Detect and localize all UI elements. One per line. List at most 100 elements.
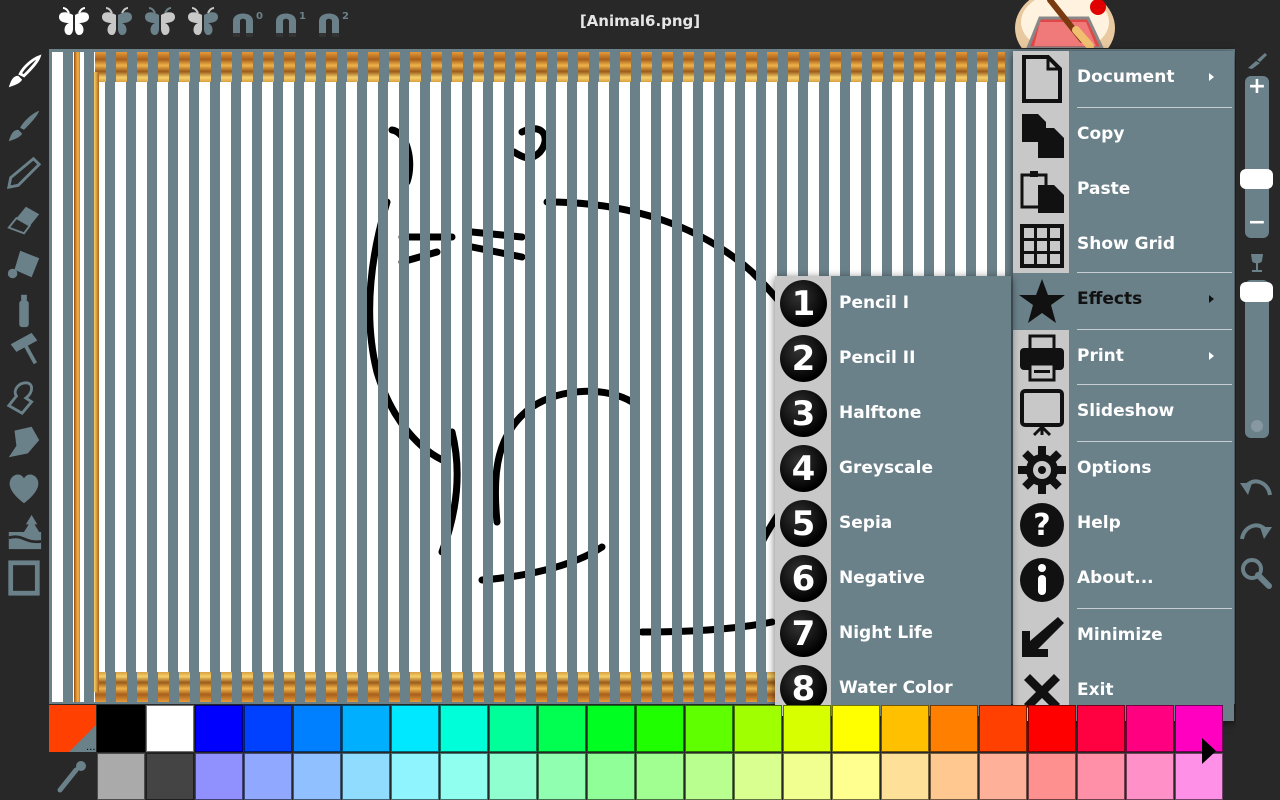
color-swatch[interactable] [587, 753, 635, 800]
spray-can-icon[interactable] [4, 290, 44, 330]
color-swatch[interactable] [342, 705, 390, 752]
stamp-icon[interactable] [4, 378, 44, 418]
color-swatch[interactable] [538, 753, 586, 800]
current-color-swatch[interactable]: ... [49, 705, 96, 752]
heart-icon[interactable] [4, 468, 44, 508]
menu-item-help[interactable]: ? Help [1013, 497, 1234, 552]
color-swatch[interactable] [685, 705, 733, 752]
color-swatch[interactable] [146, 753, 194, 800]
color-swatch[interactable] [685, 753, 733, 800]
color-swatch[interactable] [1126, 753, 1174, 800]
color-swatch[interactable] [391, 753, 439, 800]
menu-item-paste[interactable]: Paste [1013, 163, 1234, 218]
color-swatch[interactable] [489, 705, 537, 752]
size-plus-icon[interactable]: + [1245, 74, 1269, 99]
color-swatch[interactable] [195, 753, 243, 800]
color-swatch[interactable] [881, 753, 929, 800]
brush-icon[interactable] [4, 106, 44, 146]
color-swatch[interactable] [293, 753, 341, 800]
color-swatch[interactable] [440, 705, 488, 752]
menu-item-copy[interactable]: Copy [1013, 108, 1234, 163]
color-swatch[interactable] [146, 705, 194, 752]
color-swatch[interactable] [636, 705, 684, 752]
color-swatch[interactable] [734, 705, 782, 752]
zoom-icon[interactable] [1238, 555, 1274, 591]
color-swatch[interactable] [244, 705, 292, 752]
color-swatch[interactable] [930, 753, 978, 800]
color-swatch[interactable] [881, 705, 929, 752]
undo-icon[interactable] [1238, 468, 1274, 504]
paint-bucket-icon[interactable] [4, 244, 44, 284]
magnet-0-icon[interactable]: 0 [228, 6, 264, 40]
menu-item-minimize[interactable]: Minimize [1013, 609, 1234, 664]
color-swatch[interactable] [538, 705, 586, 752]
brush-selected-icon[interactable] [4, 52, 44, 92]
color-swatch[interactable] [979, 705, 1027, 752]
magnet-1-icon[interactable]: 1 [271, 6, 307, 40]
brush-size-icon [1243, 52, 1271, 72]
magnet-2-icon[interactable]: 2 [314, 6, 350, 40]
menu-item-label: About... [1077, 568, 1154, 588]
effect-item-pencil-i[interactable]: 1 Pencil I [775, 276, 1011, 331]
color-swatch[interactable] [783, 753, 831, 800]
color-swatch[interactable] [97, 753, 145, 800]
color-swatch[interactable] [832, 753, 880, 800]
smudge-icon[interactable] [4, 422, 44, 462]
menu-item-document[interactable]: Document [1013, 51, 1234, 108]
palette-next-arrow[interactable] [1202, 738, 1216, 764]
color-swatch[interactable] [1077, 705, 1125, 752]
color-swatch[interactable] [489, 753, 537, 800]
eraser-icon[interactable] [4, 200, 44, 240]
color-swatch[interactable] [244, 753, 292, 800]
menu-item-options[interactable]: Options [1013, 442, 1234, 497]
paintslate-logo: Paintslate [1010, 0, 1280, 48]
effect-item-negative[interactable]: 6 Negative [775, 551, 1011, 606]
butterfly-symmetry-vertical-icon[interactable] [99, 6, 135, 40]
butterfly-symmetry-quad-icon[interactable] [185, 6, 221, 40]
opacity-thumb[interactable] [1240, 282, 1273, 302]
effect-label: Halftone [839, 403, 922, 423]
effect-item-greyscale[interactable]: 4 Greyscale [775, 441, 1011, 496]
color-swatch[interactable] [783, 705, 831, 752]
menu-item-about[interactable]: About... [1013, 552, 1234, 609]
color-swatch[interactable] [1028, 705, 1076, 752]
eyedropper-icon[interactable] [52, 756, 92, 796]
butterfly-symmetry-off-icon[interactable] [56, 6, 92, 40]
color-swatch[interactable] [440, 753, 488, 800]
color-swatch[interactable] [97, 705, 145, 752]
color-swatch[interactable] [342, 753, 390, 800]
color-swatch[interactable] [734, 753, 782, 800]
color-swatch[interactable] [587, 705, 635, 752]
svg-text:0: 0 [256, 11, 263, 22]
pencil-icon[interactable] [4, 152, 44, 192]
color-swatch[interactable] [1028, 753, 1076, 800]
paint-roller-icon[interactable] [4, 330, 44, 370]
opacity-slider[interactable] [1245, 280, 1269, 438]
color-swatch[interactable] [293, 705, 341, 752]
menu-item-label: Options [1077, 458, 1152, 478]
number-2-icon: 2 [780, 335, 827, 382]
effect-item-pencil-ii[interactable]: 2 Pencil II [775, 331, 1011, 386]
menu-item-print[interactable]: Print [1013, 330, 1234, 385]
menu-item-slideshow[interactable]: Slideshow [1013, 385, 1234, 442]
landscape-icon[interactable] [4, 512, 44, 552]
color-swatch[interactable] [1126, 705, 1174, 752]
size-minus-icon[interactable]: − [1245, 210, 1269, 235]
color-swatch[interactable] [1077, 753, 1125, 800]
butterfly-symmetry-horizontal-icon[interactable] [142, 6, 178, 40]
effect-item-halftone[interactable]: 3 Halftone [775, 386, 1011, 441]
menu-item-effects[interactable]: Effects [1013, 273, 1234, 330]
document-title: [Animal6.png] [579, 12, 701, 30]
color-swatch[interactable] [391, 705, 439, 752]
color-swatch[interactable] [979, 753, 1027, 800]
effect-item-night-life[interactable]: 7 Night Life [775, 606, 1011, 661]
frame-icon[interactable] [4, 558, 44, 598]
color-swatch[interactable] [930, 705, 978, 752]
redo-icon[interactable] [1238, 512, 1274, 548]
color-swatch[interactable] [195, 705, 243, 752]
effect-item-sepia[interactable]: 5 Sepia [775, 496, 1011, 551]
menu-item-show-grid[interactable]: Show Grid [1013, 218, 1234, 273]
brush-size-thumb[interactable] [1240, 169, 1273, 189]
color-swatch[interactable] [636, 753, 684, 800]
color-swatch[interactable] [832, 705, 880, 752]
